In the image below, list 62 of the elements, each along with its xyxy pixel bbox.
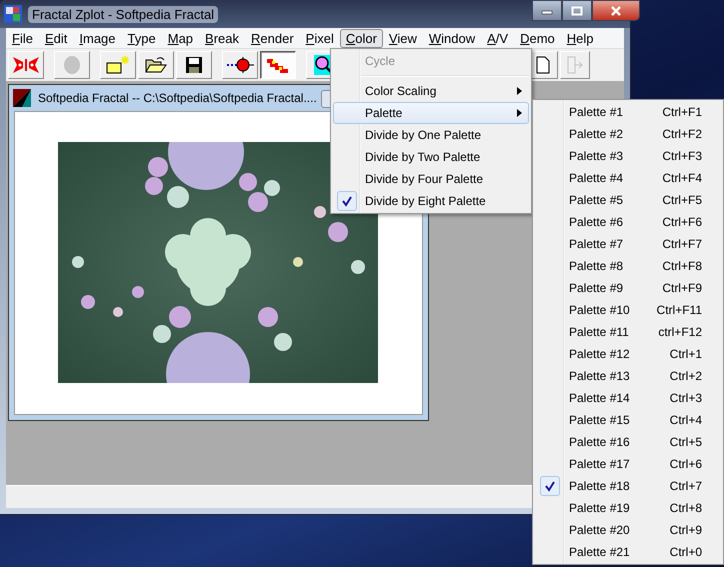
connected-dot-icon [225, 56, 255, 74]
menu-item[interactable]: Palette #10 Ctrl+F11 [535, 299, 721, 321]
window-title: Fractal Zplot - Softpedia Fractal [28, 6, 218, 22]
maximize-button[interactable] [562, 0, 592, 21]
menu-item[interactable]: Demo [514, 28, 561, 48]
open-folder-icon [145, 56, 167, 74]
menu-item[interactable]: Pixel [300, 28, 340, 48]
menu-item[interactable]: Palette #7 Ctrl+F7 [535, 233, 721, 255]
menu-item[interactable]: Break [199, 28, 246, 48]
menu-item[interactable]: Window [422, 28, 482, 48]
menu-item[interactable]: Map [162, 28, 200, 48]
app-icon [4, 5, 22, 23]
menu-item[interactable]: Palette #18 Ctrl+7 [535, 475, 721, 497]
new-image-icon [105, 55, 131, 75]
menu-item[interactable]: Palette #5 Ctrl+F5 [535, 189, 721, 211]
circle-icon [63, 55, 81, 75]
butterfly-icon [11, 54, 41, 76]
minimize-button[interactable] [532, 0, 562, 21]
menu-item[interactable]: Palette [333, 102, 529, 124]
menu-item[interactable]: Divide by Eight Palette [333, 190, 529, 212]
toolbar-button[interactable] [260, 51, 296, 79]
menu-item[interactable]: Palette #2 Ctrl+F2 [535, 123, 721, 145]
menu-item[interactable]: Palette #14 Ctrl+3 [535, 387, 721, 409]
menu-item[interactable]: Palette #8 Ctrl+F8 [535, 255, 721, 277]
menu-item[interactable]: Palette #4 Ctrl+F4 [535, 167, 721, 189]
menu-item[interactable]: Palette #15 Ctrl+4 [535, 409, 721, 431]
maximize-icon [571, 6, 583, 16]
menu-item[interactable]: Palette #3 Ctrl+F3 [535, 145, 721, 167]
close-icon [610, 6, 622, 16]
close-button[interactable] [592, 0, 640, 21]
menu-item[interactable]: Color [340, 28, 383, 48]
menu-item[interactable]: Palette #11 ctrl+F12 [535, 321, 721, 343]
menu-item[interactable]: File [6, 28, 39, 48]
menu-item[interactable]: Palette #20 Ctrl+9 [535, 519, 721, 541]
menu-item[interactable]: Divide by Two Palette [333, 146, 529, 168]
menu-item[interactable]: Palette #9 Ctrl+F9 [535, 277, 721, 299]
checkmark-icon [337, 191, 357, 211]
menu-item[interactable]: Palette #19 Ctrl+8 [535, 497, 721, 519]
submenu-arrow-icon [517, 87, 522, 95]
submenu-arrow-icon [517, 109, 522, 117]
menu-item[interactable]: Palette #21 Ctrl+0 [535, 541, 721, 563]
menu-item[interactable]: A/V [481, 28, 514, 48]
menu-item[interactable]: Image [73, 28, 122, 48]
menu-item[interactable]: Palette #17 Ctrl+6 [535, 453, 721, 475]
menu-item[interactable]: Render [245, 28, 300, 48]
menu-item[interactable]: Edit [38, 28, 74, 48]
menu-item[interactable]: Help [560, 28, 600, 48]
menu-item[interactable]: Type [122, 28, 162, 48]
document-title: Softpedia Fractal -- C:\Softpedia\Softpedia Fractal.... [38, 91, 317, 105]
menu-item[interactable]: Palette #12 Ctrl+1 [535, 343, 721, 365]
menu-item[interactable]: Divide by Four Palette [333, 168, 529, 190]
checkmark-icon [540, 476, 560, 496]
menu-item[interactable]: Palette #13 Ctrl+2 [535, 365, 721, 387]
document-icon [13, 89, 31, 107]
menu-item[interactable]: Divide by One Palette [333, 124, 529, 146]
menu-item[interactable]: Color Scaling [333, 80, 529, 102]
menu-item[interactable]: Palette #1 Ctrl+F1 [535, 101, 721, 123]
menu-item[interactable]: Palette #6 Ctrl+F6 [535, 211, 721, 233]
menu-item[interactable]: View [382, 28, 423, 48]
exit-icon [567, 56, 583, 74]
blank-page-icon [536, 56, 550, 74]
menu-item[interactable]: Palette #16 Ctrl+5 [535, 431, 721, 453]
